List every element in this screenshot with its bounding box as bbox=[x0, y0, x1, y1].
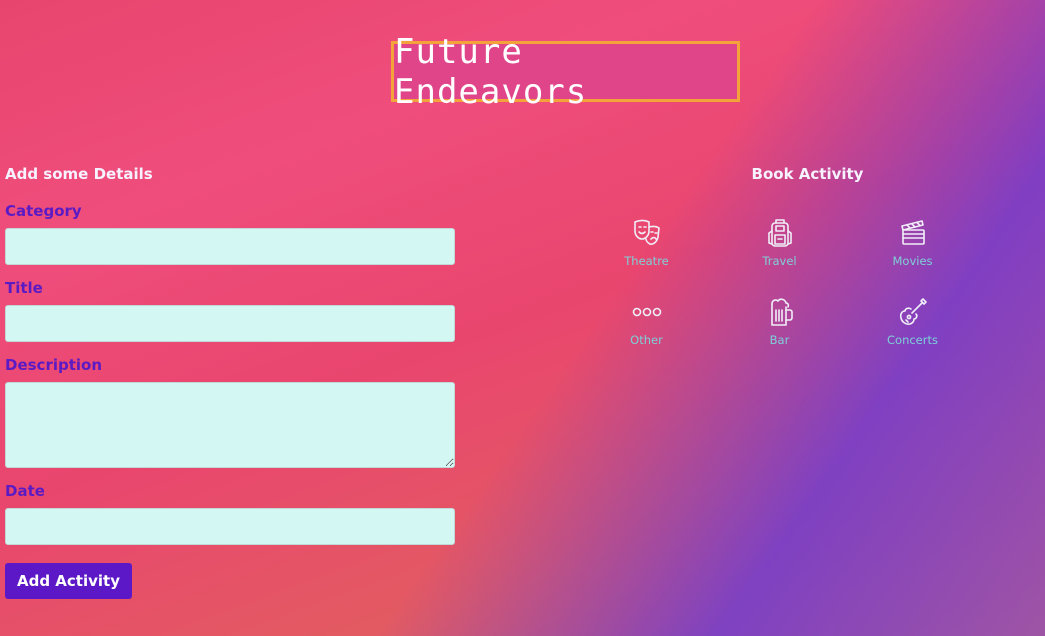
activity-bar[interactable]: Bar bbox=[713, 295, 846, 360]
three-dots-icon bbox=[630, 295, 664, 329]
activity-label-theatre: Theatre bbox=[624, 254, 669, 268]
add-details-form: Add some Details Category Title Descript… bbox=[5, 160, 455, 599]
site-banner: Future Endeavors bbox=[391, 32, 740, 112]
form-heading: Add some Details bbox=[5, 165, 153, 183]
activity-label-other: Other bbox=[630, 333, 663, 347]
activity-other[interactable]: Other bbox=[580, 295, 713, 360]
activity-label-movies: Movies bbox=[892, 254, 933, 268]
site-title: Future Endeavors bbox=[394, 31, 588, 112]
title-label: Title bbox=[5, 279, 43, 297]
activity-theatre[interactable]: Theatre bbox=[580, 216, 713, 281]
activity-travel[interactable]: Travel bbox=[713, 216, 846, 281]
date-input[interactable] bbox=[5, 508, 455, 545]
activity-label-travel: Travel bbox=[762, 254, 797, 268]
date-label: Date bbox=[5, 482, 45, 500]
guitar-icon bbox=[896, 295, 930, 329]
activity-label-bar: Bar bbox=[769, 333, 790, 347]
backpack-icon bbox=[763, 216, 797, 250]
title-input[interactable] bbox=[5, 305, 455, 342]
activity-concerts[interactable]: Concerts bbox=[846, 295, 979, 360]
activity-label-concerts: Concerts bbox=[887, 333, 938, 347]
book-activity-heading: Book Activity bbox=[751, 165, 864, 183]
theatre-masks-icon bbox=[630, 216, 664, 250]
activity-grid: Theatre Travel Movies Other Bar Concerts bbox=[580, 216, 980, 360]
clapperboard-icon bbox=[896, 216, 930, 250]
description-textarea[interactable] bbox=[5, 382, 455, 468]
book-activity-section: Book Activity bbox=[680, 160, 935, 188]
category-input[interactable] bbox=[5, 228, 455, 265]
activity-movies[interactable]: Movies bbox=[846, 216, 979, 281]
description-label: Description bbox=[5, 356, 103, 374]
add-activity-button[interactable]: Add Activity bbox=[5, 563, 132, 599]
beer-mug-icon bbox=[763, 295, 797, 329]
category-label: Category bbox=[5, 202, 82, 220]
